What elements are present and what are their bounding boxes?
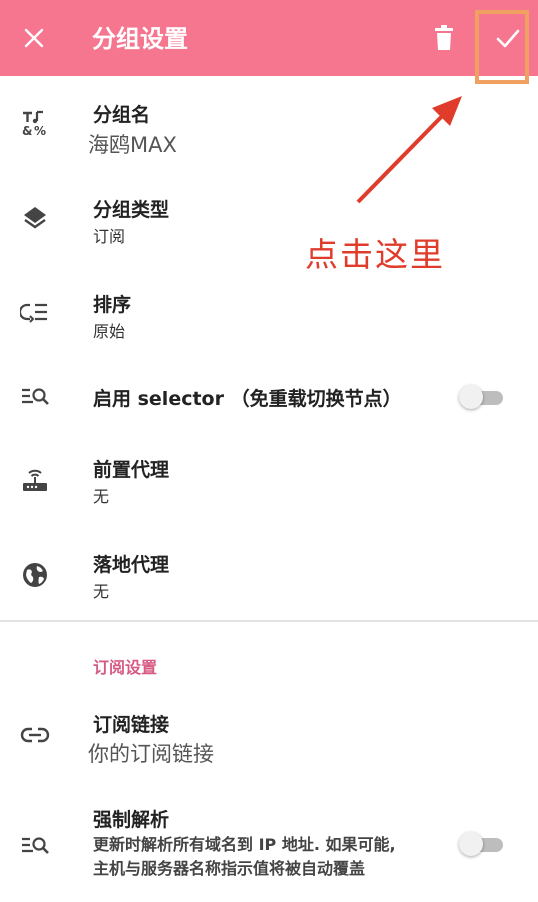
group-name-label: 分组名 <box>93 104 151 126</box>
selector-toggle[interactable] <box>459 385 503 409</box>
text-format-icon: & % <box>18 106 52 140</box>
landing-proxy-value: 无 <box>93 582 110 601</box>
subscription-link-row[interactable]: 订阅链接 你的订阅链接 <box>0 700 538 780</box>
svg-text:%: % <box>34 124 46 138</box>
force-resolve-toggle[interactable] <box>459 832 503 856</box>
router-icon <box>18 463 52 497</box>
confirm-highlight-box <box>475 10 529 84</box>
svg-text:&: & <box>22 124 32 138</box>
sort-icon <box>18 296 52 330</box>
search-list-icon <box>18 380 52 414</box>
front-proxy-value: 无 <box>93 487 110 506</box>
sort-row[interactable]: 排序 原始 <box>0 280 538 370</box>
search-list-icon <box>18 829 52 863</box>
group-type-value: 订阅 <box>93 227 126 246</box>
subscription-link-label: 订阅链接 <box>93 714 170 736</box>
subscription-section-title: 订阅设置 <box>93 658 158 677</box>
layers-icon <box>18 201 52 235</box>
globe-icon <box>18 558 52 592</box>
front-proxy-label: 前置代理 <box>93 459 170 481</box>
force-resolve-row[interactable]: 强制解析 更新时解析所有域名到 IP 地址. 如果可能, 主机与服务器名称指示值… <box>0 795 538 895</box>
front-proxy-row[interactable]: 前置代理 无 <box>0 445 538 535</box>
page-title: 分组设置 <box>92 25 188 53</box>
landing-proxy-label: 落地代理 <box>93 554 170 576</box>
selector-row[interactable]: 启用 selector （免重载切换节点） <box>0 370 538 430</box>
group-type-label: 分组类型 <box>93 199 170 221</box>
close-button[interactable] <box>16 20 52 56</box>
link-icon <box>18 718 52 752</box>
subscription-link-value: 你的订阅链接 <box>88 742 214 766</box>
sort-value: 原始 <box>93 322 126 341</box>
section-divider <box>0 620 538 622</box>
force-resolve-description-line1: 更新时解析所有域名到 IP 地址. 如果可能, <box>93 835 396 854</box>
group-name-row[interactable]: & % 分组名 海鸥MAX <box>0 90 538 180</box>
toggle-knob <box>459 385 483 409</box>
trash-icon <box>435 25 453 50</box>
landing-proxy-row[interactable]: 落地代理 无 <box>0 540 538 620</box>
selector-label: 启用 selector （免重载切换节点） <box>93 388 402 410</box>
sort-label: 排序 <box>93 294 132 316</box>
app-bar: 分组设置 <box>0 0 538 76</box>
group-name-value: 海鸥MAX <box>88 133 177 157</box>
toggle-knob <box>459 832 483 856</box>
close-icon <box>24 28 44 48</box>
delete-button[interactable] <box>428 22 460 54</box>
force-resolve-description-line2: 主机与服务器名称指示值将被自动覆盖 <box>93 859 366 878</box>
group-type-row[interactable]: 分组类型 订阅 <box>0 185 538 275</box>
force-resolve-label: 强制解析 <box>93 809 170 831</box>
